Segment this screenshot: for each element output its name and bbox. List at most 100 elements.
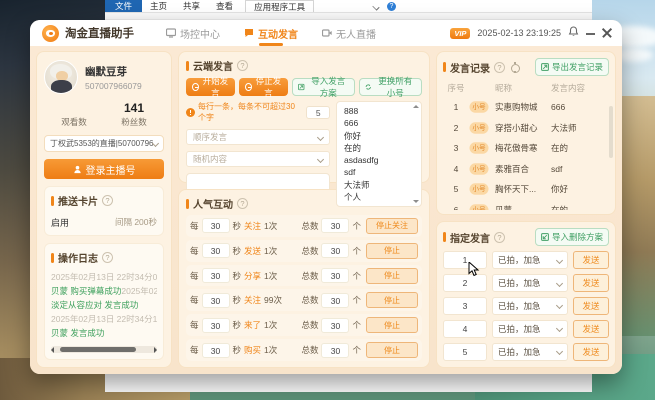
scroll-left-icon[interactable] (51, 347, 54, 353)
close-icon[interactable] (602, 28, 612, 38)
sequence-input[interactable]: 3 (443, 296, 487, 315)
scroll-right-icon[interactable] (154, 347, 157, 353)
message-item[interactable]: 个人 (344, 191, 417, 203)
question-icon[interactable]: ? (237, 198, 248, 209)
row-nick: 贝蒙 (495, 204, 513, 210)
tab-unmanned-live[interactable]: 无人直播 (322, 20, 376, 46)
menu-app-tools[interactable]: 应用程序工具 (245, 0, 315, 12)
action-label: 来了 (244, 320, 262, 331)
row-nick: 胸怀天下... (495, 184, 537, 195)
total-input[interactable]: 30 (321, 218, 350, 234)
menu-home[interactable]: 主页 (142, 0, 175, 12)
stop-button[interactable]: 停止 (366, 292, 418, 309)
interval-input[interactable]: 30 (201, 243, 230, 259)
log-horizontal-scrollbar[interactable] (51, 346, 157, 353)
sequence-input[interactable]: 5 (443, 342, 487, 361)
stop-speech-button[interactable]: 停止发言 (239, 76, 289, 98)
table-row[interactable]: 1 小号 实惠购物城 666 (443, 97, 609, 118)
send-button[interactable]: 发送 (573, 274, 609, 293)
message-type-select[interactable]: 已拍，加急 (492, 251, 568, 270)
message-type-select[interactable]: 已拍，加急 (492, 296, 568, 315)
tab-scene-control[interactable]: 场控中心 (166, 20, 220, 46)
middle-column: 云端发言 ? 开始发言 停止发言 导入发言方案 更换所有小号 每行一条，每条不可… (178, 51, 430, 368)
count-input[interactable]: 5 (306, 105, 330, 119)
tab-interactive-speech[interactable]: 互动发言 (244, 20, 298, 46)
stop-follow-button[interactable]: 停止关注 (366, 217, 418, 234)
send-button[interactable]: 发送 (573, 319, 609, 338)
message-item[interactable]: asdasdfg (344, 154, 417, 166)
bell-icon[interactable] (568, 24, 579, 42)
interval-input[interactable]: 30 (201, 317, 230, 333)
question-icon[interactable]: ? (102, 252, 113, 263)
export-records-button[interactable]: 导出发言记录 (534, 58, 609, 76)
message-item[interactable]: 大法师 (344, 179, 417, 191)
stop-button[interactable]: 停止 (366, 267, 418, 284)
message-type-select[interactable]: 已拍，加急 (492, 342, 568, 361)
minimize-icon[interactable] (586, 33, 595, 35)
login-button-label: 登录主播号 (85, 165, 136, 177)
popularity-row: 每 30 秒 分享 1次 总数 30 个 停止 (186, 264, 422, 287)
message-type-select[interactable]: 已拍，加急 (492, 274, 568, 293)
unit-label: 个 (352, 320, 361, 331)
message-item[interactable]: 888 (344, 105, 417, 117)
table-row[interactable]: 6 小号 贝蒙 在的 (443, 200, 609, 210)
cloud-buttons: 开始发言 停止发言 导入发言方案 更换所有小号 (186, 76, 422, 98)
total-input[interactable]: 30 (321, 243, 350, 259)
send-button[interactable]: 发送 (573, 296, 609, 315)
start-speech-button[interactable]: 开始发言 (186, 76, 236, 98)
import-speech-plan-button[interactable]: 导入发言方案 (292, 76, 356, 98)
room-select[interactable]: 丁权武5353的直播|507007966079 (44, 135, 164, 152)
message-item[interactable]: 你好 (344, 130, 417, 142)
row-nick: 梅花傲骨寒 (495, 143, 538, 154)
total-input[interactable]: 30 (321, 317, 350, 333)
menu-view[interactable]: 查看 (208, 0, 241, 12)
datetime: 2025-02-13 23:19:25 (477, 28, 561, 38)
total-input[interactable]: 30 (321, 342, 350, 358)
person-icon (73, 165, 81, 173)
order-select[interactable]: 顺序发言 (186, 129, 330, 145)
interval-input[interactable]: 30 (201, 268, 230, 284)
interval-input[interactable]: 30 (201, 218, 230, 234)
login-streamer-button[interactable]: 登录主播号 (44, 159, 164, 179)
scrollbar-thumb[interactable] (60, 347, 137, 352)
question-icon[interactable]: ? (102, 195, 113, 206)
menu-share[interactable]: 共享 (175, 0, 208, 12)
row-content: 在的 (551, 143, 569, 154)
menu-file[interactable]: 文件 (105, 0, 143, 12)
table-row[interactable]: 4 小号 素雅百合 sdf (443, 159, 609, 180)
question-icon[interactable]: ? (237, 60, 248, 71)
total-input[interactable]: 30 (321, 268, 350, 284)
scroll-down-icon[interactable] (413, 200, 419, 204)
stop-button[interactable]: 停止 (366, 242, 418, 259)
table-row[interactable]: 2 小号 穿搭小甜心 大法师 (443, 118, 609, 139)
message-item[interactable]: 在的 (344, 142, 417, 154)
sec-label: 秒 (232, 270, 242, 281)
stop-button[interactable]: 停止 (366, 317, 418, 334)
scroll-up-icon[interactable] (413, 105, 419, 108)
message-item[interactable]: 666 (344, 117, 417, 129)
question-icon[interactable]: ? (494, 231, 505, 243)
send-button[interactable]: 发送 (573, 251, 609, 270)
chevron-down-icon (316, 133, 325, 141)
ribbon-collapse-icon[interactable] (372, 3, 380, 11)
question-icon[interactable]: ? (494, 61, 505, 73)
push-enable-label[interactable]: 启用 (51, 216, 69, 229)
message-list[interactable]: 888 666 你好 在的 asdasdfg sdf 大法师 个人 (336, 101, 422, 208)
interval-input[interactable]: 30 (201, 292, 230, 308)
swap-accounts-button[interactable]: 更换所有小号 (359, 76, 422, 98)
total-label: 总数 (301, 295, 319, 306)
table-row[interactable]: 3 小号 梅花傲骨寒 在的 (443, 138, 609, 159)
table-row[interactable]: 5 小号 胸怀天下... 你好 (443, 179, 609, 200)
message-item[interactable]: sdf (344, 166, 417, 178)
help-icon[interactable]: ? (387, 2, 396, 11)
message-type-select[interactable]: 已拍，加急 (492, 319, 568, 338)
random-content-select[interactable]: 随机内容 (186, 151, 330, 167)
interval-input[interactable]: 30 (201, 342, 230, 358)
import-delete-plan-button[interactable]: 导入删除方案 (534, 228, 609, 246)
sequence-input[interactable]: 4 (443, 319, 487, 338)
stop-button[interactable]: 停止 (366, 342, 418, 359)
send-button[interactable]: 发送 (573, 342, 609, 361)
records-scrollbar[interactable] (609, 106, 613, 158)
gear-icon[interactable] (509, 61, 520, 73)
total-input[interactable]: 30 (321, 292, 350, 308)
